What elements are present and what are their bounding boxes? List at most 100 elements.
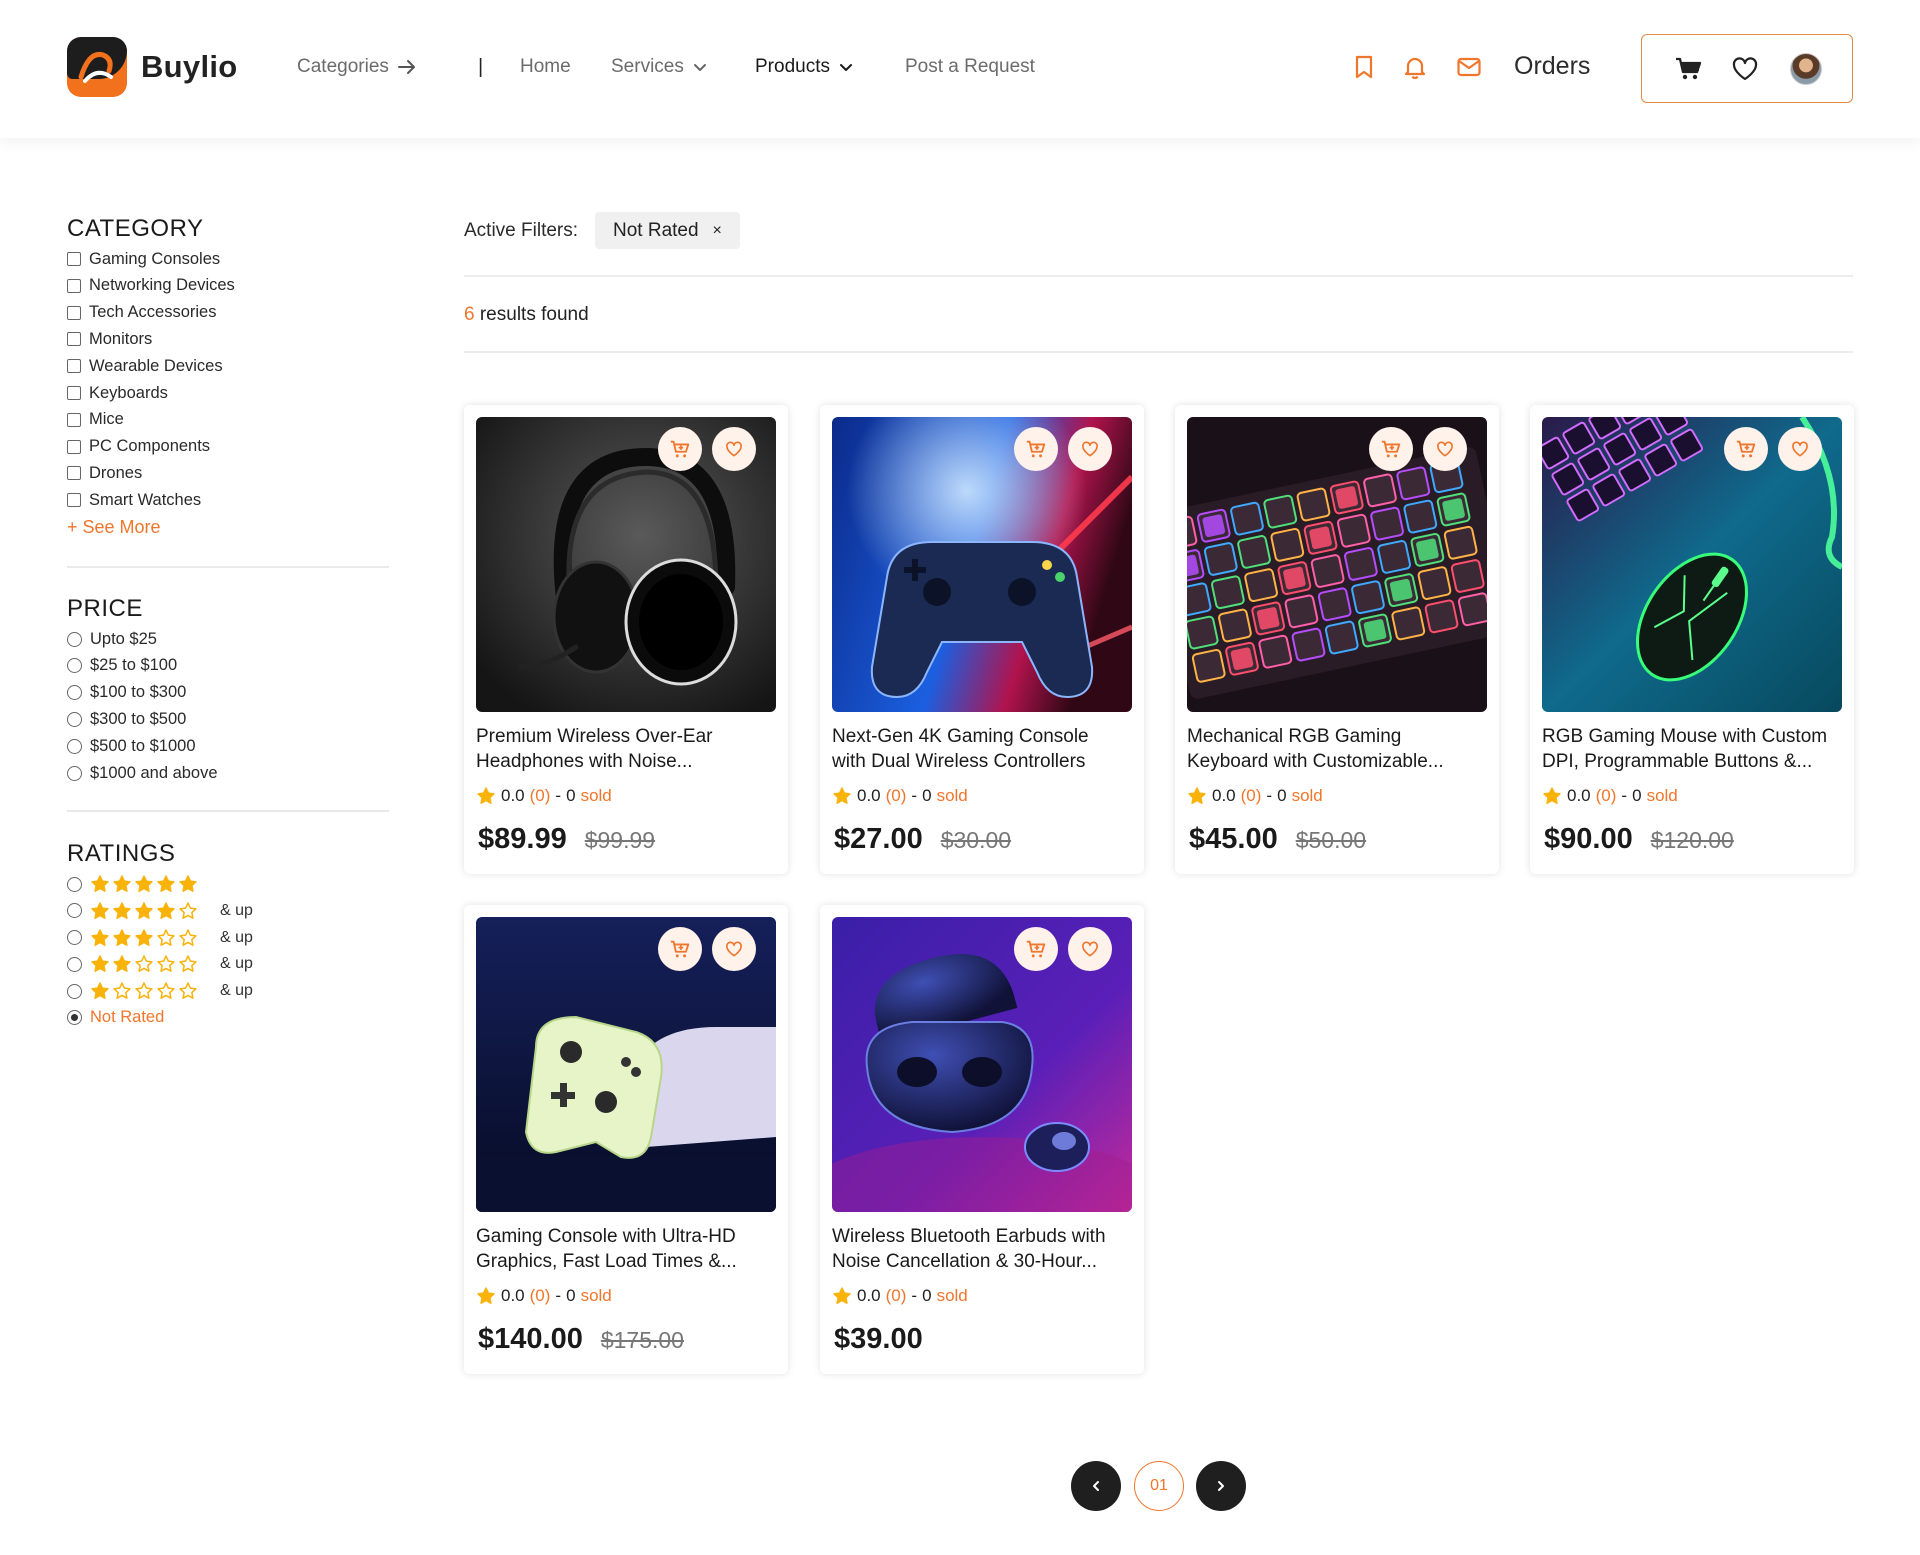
radio[interactable] (67, 956, 82, 972)
radio-selected[interactable] (67, 1009, 82, 1025)
mail-icon[interactable] (1455, 53, 1483, 81)
checkbox[interactable] (67, 305, 81, 320)
category-option[interactable]: Keyboards (67, 382, 168, 404)
prev-page-button[interactable] (1071, 1461, 1121, 1511)
add-to-cart-button[interactable] (1369, 427, 1413, 471)
checkbox[interactable] (67, 466, 81, 481)
avatar[interactable] (1790, 53, 1822, 85)
rating-option[interactable]: & up (67, 953, 253, 975)
add-to-wishlist-button[interactable] (712, 427, 756, 471)
add-to-cart-button[interactable] (1724, 427, 1768, 471)
product-card[interactable]: RGB Gaming Mouse with Custom DPI, Progra… (1530, 405, 1854, 874)
product-card[interactable]: Next-Gen 4K Gaming Console with Dual Wir… (820, 405, 1144, 874)
see-more-link[interactable]: + See More (67, 517, 161, 538)
product-title[interactable]: Wireless Bluetooth Earbuds with Noise Ca… (832, 1224, 1132, 1274)
product-title[interactable]: RGB Gaming Mouse with Custom DPI, Progra… (1542, 724, 1842, 774)
checkbox[interactable] (67, 278, 81, 293)
radio[interactable] (67, 631, 82, 647)
nav-home[interactable]: Home (520, 56, 571, 78)
add-to-wishlist-button[interactable] (712, 927, 756, 971)
radio[interactable] (67, 983, 82, 999)
product-price-row: $39.00 (834, 1323, 923, 1356)
radio[interactable] (67, 738, 82, 754)
cart-icon[interactable] (1674, 54, 1704, 84)
category-option[interactable]: Networking Devices (67, 275, 235, 297)
results-count: 6 results found (464, 304, 589, 326)
nav-services-label: Services (611, 56, 684, 77)
add-to-wishlist-button[interactable] (1423, 427, 1467, 471)
radio[interactable] (67, 876, 82, 892)
star-icon (179, 875, 197, 892)
checkbox[interactable] (67, 359, 81, 374)
rating-option[interactable]: & up (67, 900, 253, 922)
close-icon[interactable]: × (713, 222, 722, 240)
rating-option[interactable]: & up (67, 927, 253, 949)
price-option[interactable]: $100 to $300 (67, 682, 186, 704)
category-option[interactable]: PC Components (67, 436, 210, 458)
add-to-cart-button[interactable] (1014, 927, 1058, 971)
nav-orders[interactable]: Orders (1514, 52, 1590, 81)
heart-icon[interactable] (1730, 54, 1760, 84)
page-number-button[interactable]: 01 (1134, 1461, 1184, 1511)
radio[interactable] (67, 903, 82, 919)
category-option[interactable]: Mice (67, 409, 124, 431)
product-card[interactable]: Gaming Console with Ultra-HD Graphics, F… (464, 905, 788, 1374)
product-rating-row: 0.0 (0) - 0 sold (476, 1286, 612, 1306)
star-icon (179, 928, 197, 946)
radio[interactable] (67, 658, 82, 674)
add-to-cart-button[interactable] (658, 427, 702, 471)
add-to-wishlist-button[interactable] (1068, 427, 1112, 471)
nav-products[interactable]: Products (755, 56, 854, 78)
next-page-button[interactable] (1196, 1461, 1246, 1511)
product-title[interactable]: Premium Wireless Over-Ear Headphones wit… (476, 724, 776, 774)
radio[interactable] (67, 930, 82, 946)
radio[interactable] (67, 711, 82, 727)
nav-categories[interactable]: Categories (297, 56, 417, 78)
product-old-price: $30.00 (940, 827, 1012, 853)
checkbox[interactable] (67, 386, 81, 400)
category-option[interactable]: Wearable Devices (67, 355, 223, 377)
category-option[interactable]: Tech Accessories (67, 302, 216, 324)
checkbox[interactable] (67, 493, 81, 508)
category-option[interactable]: Monitors (67, 328, 152, 350)
rating-option[interactable]: & up (67, 980, 253, 1002)
product-card[interactable]: Wireless Bluetooth Earbuds with Noise Ca… (820, 905, 1144, 1374)
product-card[interactable]: Mechanical RGB Gaming Keyboard with Cust… (1175, 405, 1499, 874)
product-title-line: Next-Gen 4K Gaming Console (832, 726, 1089, 747)
nav-post-request[interactable]: Post a Request (905, 56, 1035, 78)
radio[interactable] (67, 765, 82, 781)
checkbox[interactable] (67, 252, 81, 266)
checkbox[interactable] (67, 412, 81, 427)
filter-chip-not-rated[interactable]: Not Rated × (595, 212, 740, 249)
product-sold-count: 0 (566, 786, 576, 805)
category-label: Drones (89, 463, 143, 482)
product-title[interactable]: Mechanical RGB Gaming Keyboard with Cust… (1187, 724, 1487, 774)
category-option[interactable]: Smart Watches (67, 489, 201, 511)
bookmark-icon[interactable] (1350, 53, 1378, 81)
brand-logo[interactable]: Buylio (67, 37, 238, 97)
product-title[interactable]: Gaming Console with Ultra-HD Graphics, F… (476, 1224, 776, 1274)
product-title[interactable]: Next-Gen 4K Gaming Console with Dual Wir… (832, 724, 1132, 774)
radio[interactable] (67, 685, 82, 701)
checkbox[interactable] (67, 439, 81, 454)
price-option[interactable]: $500 to $1000 (67, 735, 196, 757)
add-to-cart-button[interactable] (1014, 427, 1058, 471)
product-title-line: DPI, Programmable Buttons &... (1542, 751, 1813, 772)
price-option[interactable]: $1000 and above (67, 762, 218, 784)
price-option[interactable]: $25 to $100 (67, 655, 177, 677)
add-to-wishlist-button[interactable] (1068, 927, 1112, 971)
nav-services[interactable]: Services (611, 56, 708, 78)
bell-icon[interactable] (1401, 53, 1429, 81)
category-option[interactable]: Gaming Consoles (67, 248, 220, 270)
rating-option-not-rated[interactable]: Not Rated (67, 1006, 164, 1028)
rating-option[interactable] (67, 873, 198, 895)
checkbox[interactable] (67, 332, 81, 347)
price-option[interactable]: $300 to $500 (67, 708, 186, 730)
add-to-wishlist-button[interactable] (1778, 427, 1822, 471)
price-option[interactable]: Upto $25 (67, 628, 157, 650)
category-option[interactable]: Drones (67, 462, 142, 484)
product-price: $27.00 (834, 823, 923, 855)
product-card[interactable]: Premium Wireless Over-Ear Headphones wit… (464, 405, 788, 874)
add-to-cart-button[interactable] (658, 927, 702, 971)
product-sold-separator: - (555, 1286, 562, 1305)
